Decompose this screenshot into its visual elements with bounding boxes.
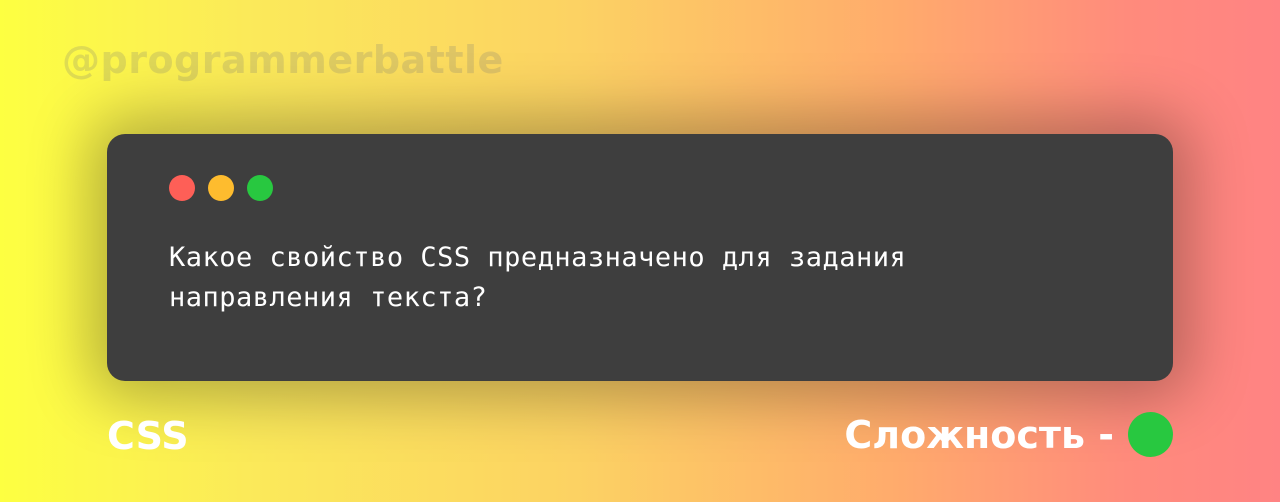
- question-text: Какое свойство CSS предназначено для зад…: [169, 242, 907, 313]
- minimize-dot-icon: [208, 175, 234, 201]
- difficulty-dot-icon: [1128, 412, 1173, 457]
- maximize-dot-icon: [247, 175, 273, 201]
- topic-label: CSS: [107, 414, 189, 458]
- close-dot-icon: [169, 175, 195, 201]
- window-controls: [169, 175, 273, 201]
- code-window: Какое свойство CSS предназначено для зад…: [107, 134, 1173, 381]
- watermark: @programmerbattle: [62, 38, 504, 82]
- difficulty-label: Сложность -: [844, 412, 1114, 457]
- difficulty-indicator: Сложность -: [844, 412, 1173, 457]
